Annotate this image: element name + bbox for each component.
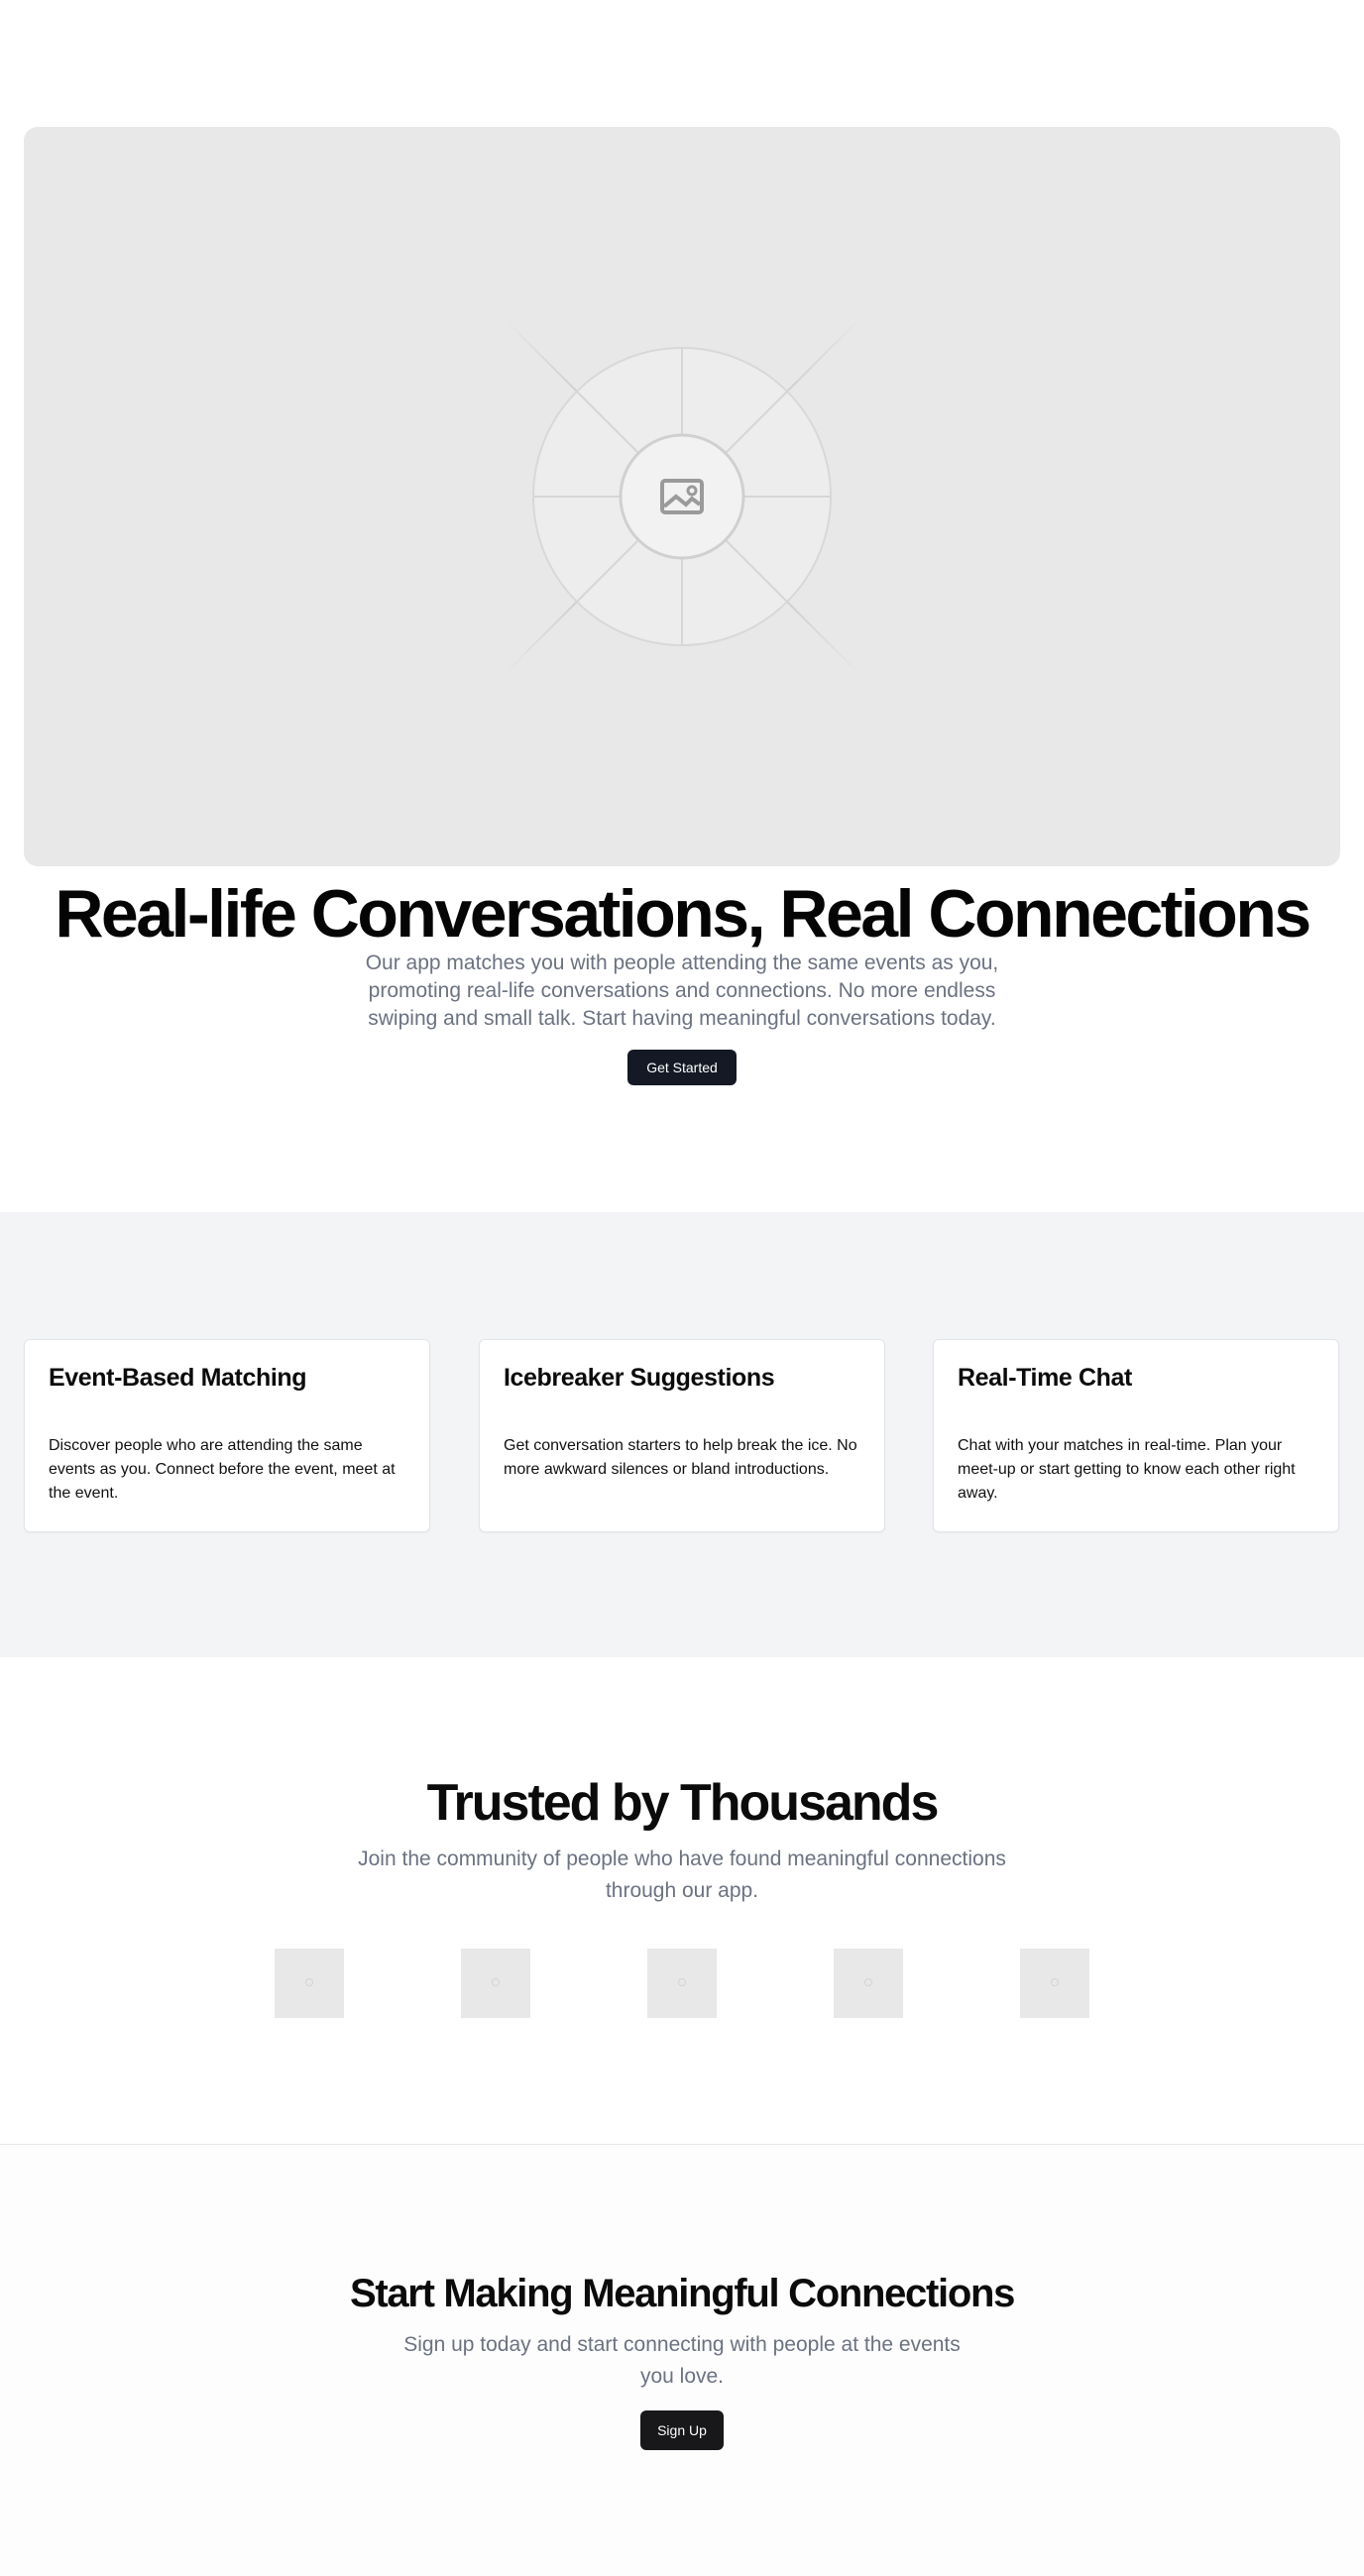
feature-card-title: Real-Time Chat [958,1364,1132,1392]
feature-card-event-matching: Event-Based Matching Discover people who… [24,1339,430,1532]
logo-placeholder-icon [305,1978,313,1986]
feature-card-title: Event-Based Matching [49,1364,307,1392]
logo-placeholder-icon [1051,1978,1059,1986]
cta-section: Start Making Meaningful Connections Sign… [0,2145,1364,2576]
trusted-subtitle: Join the community of people who have fo… [358,1848,1006,1902]
get-started-button[interactable]: Get Started [627,1050,737,1085]
feature-card-title: Icebreaker Suggestions [504,1364,775,1392]
hero-image-placeholder [24,127,1340,866]
partner-logo-placeholder [834,1949,903,2018]
partner-logo-placeholder [647,1949,717,2018]
partner-logo-placeholder [461,1949,530,2018]
hero-section: Real-life Conversations, Real Connection… [0,0,1364,1212]
hero-title: Real-life Conversations, Real Connection… [55,876,1311,952]
feature-card-description: Discover people who are attending the sa… [49,1437,396,1502]
logo-placeholder-icon [492,1978,500,1986]
feature-card-description: Get conversation starters to help break … [504,1437,857,1478]
trusted-title: Trusted by Thousands [426,1774,940,1832]
sign-up-button[interactable]: Sign Up [640,2410,724,2450]
feature-card-description: Chat with your matches in real-time. Pla… [958,1437,1296,1502]
image-placeholder-icon [464,279,900,715]
cta-subtitle: Sign up today and start connecting with … [403,2333,961,2388]
feature-card-icebreaker: Icebreaker Suggestions Get conversation … [479,1339,885,1532]
logo-placeholder-icon [864,1978,872,1986]
cta-title: Start Making Meaningful Connections [349,2272,1015,2315]
partner-logo-placeholder [275,1949,344,2018]
hero-subtitle: Our app matches you with people attendin… [365,952,999,1030]
trusted-section: Trusted by Thousands Join the community … [0,1657,1364,2145]
feature-card-realtime-chat: Real-Time Chat Chat with your matches in… [933,1339,1339,1532]
features-section: Event-Based Matching Discover people who… [0,1212,1364,1657]
logo-placeholder-icon [678,1978,686,1986]
partner-logo-placeholder [1020,1949,1089,2018]
